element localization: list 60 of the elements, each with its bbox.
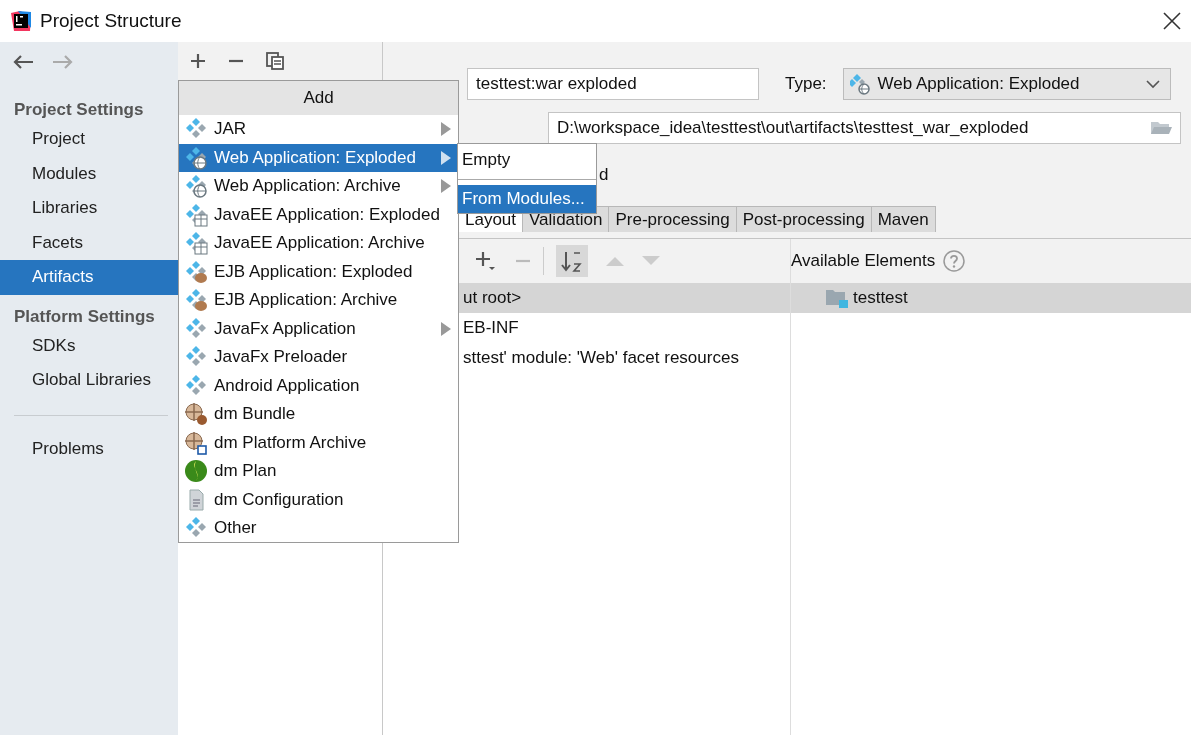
sidebar-item[interactable]: SDKs [0, 328, 178, 363]
diamonds-icon [184, 373, 208, 398]
menu-item[interactable]: dm Platform Archive [179, 428, 458, 457]
sidebar-item[interactable]: Artifacts [0, 260, 178, 295]
tab[interactable]: Maven [870, 206, 936, 232]
build-option-label: d [599, 165, 609, 185]
menu-item[interactable]: Web Application: Exploded [179, 143, 458, 172]
menu-item[interactable]: dm Bundle [179, 400, 458, 429]
menu-item[interactable]: From Modules... [458, 185, 596, 213]
help-icon[interactable] [943, 250, 966, 272]
crosshair-bean-icon [184, 402, 208, 427]
diamonds-globe-icon [849, 73, 872, 95]
available-elements-label: Available Elements [791, 251, 936, 271]
type-label: Type: [785, 74, 827, 94]
menu-item[interactable]: Web Application: Archive [179, 172, 458, 201]
copy-icon[interactable] [266, 52, 284, 70]
diamonds-globe-icon [184, 145, 208, 170]
close-icon[interactable] [1163, 12, 1181, 30]
section-heading: Platform Settings [13, 305, 156, 328]
menu-item[interactable]: JavaFx Preloader [179, 343, 458, 372]
menu-item[interactable]: Empty [458, 146, 596, 174]
app-logo-icon [10, 10, 32, 32]
add-icon[interactable] [190, 53, 206, 69]
menu-item[interactable]: JavaFx Application [179, 314, 458, 343]
diamonds-icon [184, 316, 208, 341]
menu-item[interactable]: JavaEE Application: Archive [179, 229, 458, 258]
menu-item[interactable]: EJB Application: Exploded [179, 257, 458, 286]
leaf-icon [184, 459, 208, 484]
sidebar-item[interactable]: Problems [0, 431, 178, 466]
sidebar-item[interactable]: Project [0, 122, 178, 157]
crosshair-lock-icon [184, 430, 208, 455]
type-dropdown[interactable]: Web Application: Exploded [842, 68, 1171, 100]
menu-item[interactable]: dm Configuration [179, 485, 458, 514]
menu-item[interactable]: JavaEE Application: Exploded [179, 200, 458, 229]
menu-item[interactable]: dm Plan [179, 457, 458, 486]
diamonds-table-icon [184, 231, 208, 256]
sidebar-item[interactable]: Modules [0, 156, 178, 191]
output-directory-field[interactable]: D:\workspace_idea\testtest\out\artifacts\testtest_war_exploded [548, 112, 1181, 144]
sidebar-item[interactable]: Libraries [0, 191, 178, 226]
tree-row[interactable]: testtest [791, 283, 1191, 313]
name-field[interactable]: testtest:war exploded [467, 68, 759, 100]
menu-item[interactable]: Android Application [179, 371, 458, 400]
diamonds-table-icon [184, 202, 208, 227]
menu-item[interactable]: Other [179, 514, 458, 543]
tab[interactable]: Post-processing [735, 206, 872, 232]
tab[interactable]: Pre-processing [608, 206, 737, 232]
sidebar-item[interactable]: Global Libraries [0, 363, 178, 398]
menu-item[interactable]: JAR [179, 115, 458, 144]
menu-title: Add [179, 81, 458, 115]
diamonds-bean-icon [184, 288, 208, 313]
sort-icon[interactable] [556, 245, 588, 277]
diamonds-globe-icon [184, 174, 208, 199]
diamonds-bean-icon [184, 259, 208, 284]
module-folder-icon [825, 288, 849, 308]
back-arrow-icon[interactable] [12, 54, 34, 70]
chevron-down-icon [1145, 79, 1160, 89]
window-title: Project Structure [40, 10, 182, 32]
sidebar-item[interactable]: Facets [0, 225, 178, 260]
add-dropdown-icon[interactable] [475, 250, 497, 272]
section-heading: Project Settings [13, 99, 145, 121]
